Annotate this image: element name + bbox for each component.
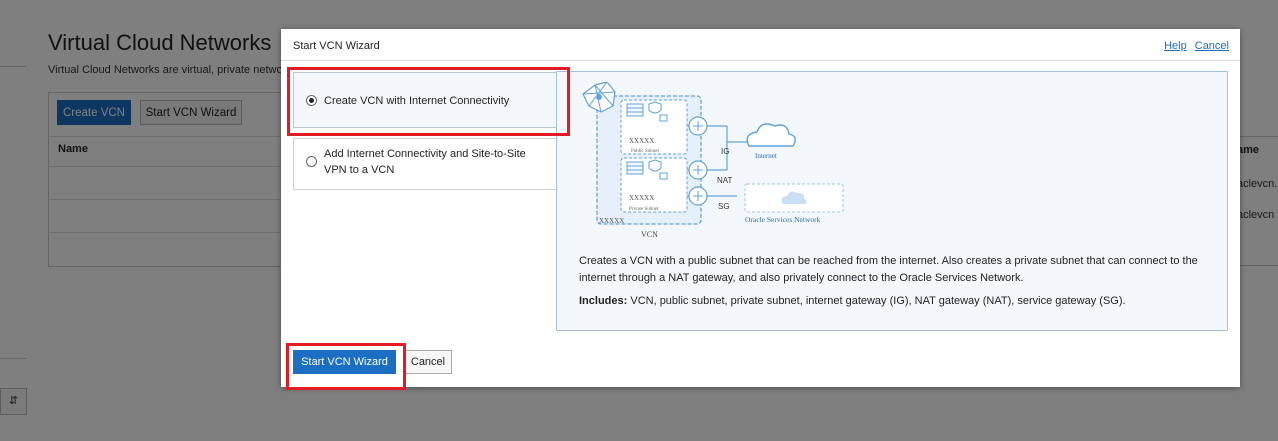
cancel-link[interactable]: Cancel [1195, 40, 1229, 52]
vcn-mesh-icon [582, 82, 616, 113]
public-subnet-label: Public Subnet [631, 149, 660, 154]
radio-button[interactable] [306, 156, 317, 167]
diagram-placeholder-text: XXXXX [599, 217, 624, 225]
cloud-icon [746, 123, 796, 147]
vcn-label: VCN [641, 230, 658, 239]
option-label: Create VCN with Internet Connectivity [324, 95, 510, 107]
ig-label: IG [721, 147, 729, 156]
diagram-placeholder-text: XXXXX [629, 194, 654, 202]
dialog-header-links: Help Cancel [1159, 40, 1229, 52]
vcn-diagram: XXXXX Public Subnet XXXXX Private Subnet… [582, 82, 844, 239]
cancel-button[interactable]: Cancel [404, 350, 452, 374]
sg-label: SG [718, 202, 730, 211]
dialog-header-divider [281, 60, 1240, 61]
start-vcn-wizard-button[interactable]: Start VCN Wizard [293, 350, 396, 374]
dialog-title: Start VCN Wizard [293, 40, 380, 52]
option-description-panel: XXXXX Public Subnet XXXXX Private Subnet… [556, 71, 1228, 331]
start-vcn-wizard-dialog: Start VCN Wizard Help Cancel Create VCN … [281, 29, 1240, 387]
internet-label: Internet [755, 152, 777, 160]
option-label: Add Internet Connectivity and Site-to-Si… [324, 148, 526, 176]
option-includes: Includes: VCN, public subnet, private su… [579, 295, 1126, 307]
oracle-services-label: Oracle Services Network [745, 215, 821, 224]
diagram-placeholder-text: XXXXX [629, 137, 654, 145]
private-subnet-label: Private Subnet [629, 207, 659, 212]
help-link[interactable]: Help [1164, 40, 1187, 52]
option-description: Creates a VCN with a public subnet that … [579, 255, 1198, 284]
nat-label: NAT [717, 176, 733, 185]
radio-button[interactable] [306, 95, 317, 106]
option-create-vcn-internet[interactable]: Create VCN with Internet Connectivity [293, 72, 557, 128]
option-add-internet-vpn[interactable]: Add Internet Connectivity and Site-to-Si… [293, 138, 557, 190]
